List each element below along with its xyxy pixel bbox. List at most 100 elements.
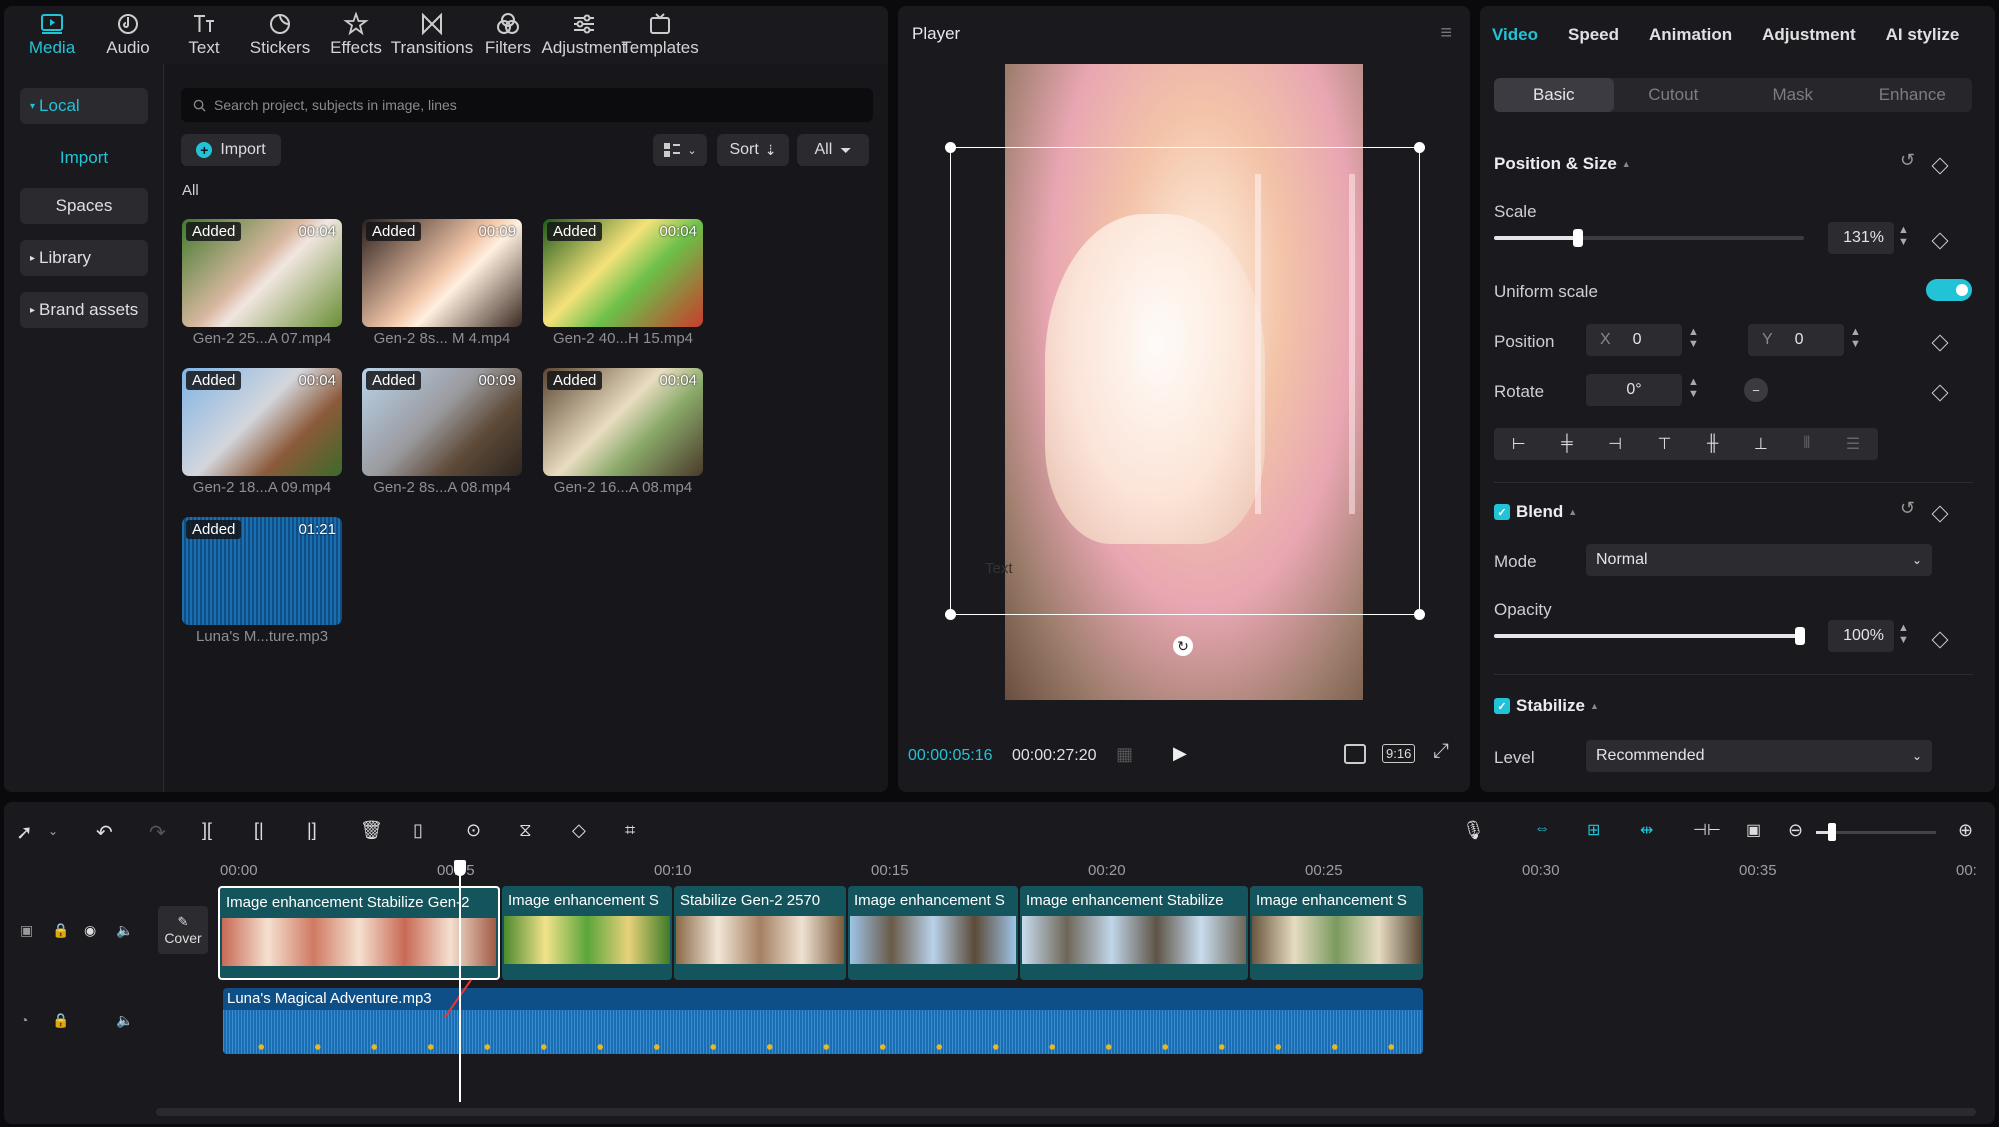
keyframe-icon[interactable] — [1931, 631, 1949, 649]
zoom-slider-thumb[interactable] — [1828, 823, 1836, 841]
view-mode-button[interactable]: ⌄ — [653, 134, 707, 166]
lock-icon[interactable]: 🔒 — [52, 1012, 70, 1030]
timeline-view-icon[interactable]: ▦ — [1116, 744, 1133, 765]
rotate-icon[interactable]: ◇ — [572, 820, 596, 844]
video-clip[interactable]: Image enhancement S — [502, 886, 672, 980]
scale-value[interactable]: 131% — [1828, 222, 1894, 254]
resize-handle[interactable] — [1414, 609, 1425, 620]
tab-filters[interactable]: Filters — [470, 6, 546, 64]
thumbnail-icon[interactable]: ▣ — [1746, 820, 1770, 844]
align-bottom-icon[interactable]: ⊥ — [1754, 434, 1768, 454]
tab-text[interactable]: Text — [166, 6, 242, 64]
position-x-field[interactable]: X 0 — [1586, 324, 1682, 356]
tab-transitions[interactable]: Transitions — [391, 6, 473, 64]
link-main-track-icon[interactable]: ⇔ — [1534, 820, 1558, 844]
blend-header[interactable]: ✓ Blend ▲ — [1494, 502, 1577, 522]
subtab-enhance[interactable]: Enhance — [1853, 78, 1973, 112]
linkage-icon[interactable]: ⇹ — [1640, 820, 1664, 844]
reset-icon[interactable]: ↺ — [1900, 150, 1915, 171]
blend-mode-select[interactable]: Normal ⌄ — [1586, 544, 1932, 576]
align-left-icon[interactable]: ⊢ — [1512, 434, 1526, 454]
stepper-icon[interactable]: ▲ ▼ — [1850, 326, 1861, 350]
media-thumbnail[interactable]: Added 01:21 — [182, 517, 342, 625]
sort-button[interactable]: Sort ⇣ — [717, 134, 789, 166]
video-clip[interactable]: Image enhancement Stabilize — [1020, 886, 1248, 980]
fit-screen-icon[interactable] — [1344, 744, 1366, 764]
stabilize-header[interactable]: ✓ Stabilize ▲ — [1494, 696, 1599, 716]
position-size-header[interactable]: Position & Size ▲ — [1494, 154, 1631, 174]
opacity-slider[interactable] — [1494, 627, 1805, 645]
lock-icon[interactable]: 🔒 — [52, 922, 70, 940]
subtab-basic[interactable]: Basic — [1494, 78, 1614, 112]
distribute-h-icon[interactable]: ⦀ — [1803, 435, 1810, 453]
video-clip[interactable]: Stabilize Gen-2 2570 — [674, 886, 846, 980]
mirror-icon[interactable]: ⧖ — [519, 820, 543, 844]
align-center-h-icon[interactable]: ╪ — [1561, 435, 1572, 453]
sidebar-item-local[interactable]: ▾ Local — [20, 88, 148, 124]
keyframe-icon[interactable] — [1931, 232, 1949, 250]
sidebar-item-library[interactable]: ▸ Library — [20, 240, 148, 276]
align-center-v-icon[interactable]: ╫ — [1707, 435, 1718, 453]
filter-button[interactable]: All ⏷ — [797, 134, 869, 166]
undo-icon[interactable]: ↶ — [96, 820, 120, 844]
opacity-value[interactable]: 100% — [1828, 620, 1894, 652]
tab-ai-stylize[interactable]: AI stylize — [1886, 25, 1960, 45]
transform-box[interactable] — [945, 142, 1425, 620]
stabilize-checkbox[interactable]: ✓ — [1494, 698, 1510, 714]
playhead-handle[interactable] — [454, 860, 466, 876]
keyframe-icon[interactable] — [1931, 384, 1949, 402]
rotate-field[interactable]: 0° — [1586, 374, 1682, 406]
import-button[interactable]: + Import — [181, 134, 281, 166]
tab-audio[interactable]: Audio — [90, 6, 166, 64]
keyframe-icon[interactable] — [1931, 505, 1949, 523]
magnet-icon[interactable]: ⊞ — [1587, 820, 1611, 844]
media-thumbnail[interactable]: Added 00:09 — [362, 368, 522, 476]
stepper-icon[interactable]: ▲ ▼ — [1688, 326, 1699, 350]
crop-icon[interactable]: ⌗ — [625, 820, 649, 844]
microphone-icon[interactable]: 🎙 — [1462, 820, 1486, 844]
menu-icon[interactable]: ≡ — [1440, 22, 1452, 45]
redo-icon[interactable]: ↷ — [149, 820, 173, 844]
resize-handle[interactable] — [945, 609, 956, 620]
aspect-ratio-button[interactable]: 9:16 — [1382, 744, 1416, 763]
media-thumbnail[interactable]: Added 00:09 — [362, 219, 522, 327]
uniform-scale-toggle[interactable] — [1926, 279, 1972, 301]
rotate-handle-icon[interactable]: ↻ — [1173, 636, 1193, 656]
stepper-icon[interactable]: ▲ ▼ — [1688, 376, 1699, 400]
cover-button[interactable]: ✎ Cover — [158, 906, 208, 954]
delete-icon[interactable]: 🗑 — [360, 820, 384, 844]
keyframe-icon[interactable] — [1931, 334, 1949, 352]
playhead[interactable] — [454, 860, 466, 1102]
position-y-field[interactable]: Y 0 — [1748, 324, 1844, 356]
media-thumbnail[interactable]: Added 00:04 — [182, 219, 342, 327]
tab-media[interactable]: Media — [14, 6, 90, 64]
video-clip[interactable]: Image enhancement Stabilize Gen-2 — [218, 886, 500, 980]
tab-adjustment[interactable]: Adjustment — [541, 6, 627, 64]
tab-stickers[interactable]: Stickers — [242, 6, 318, 64]
scale-slider-thumb[interactable] — [1572, 229, 1583, 247]
video-clip[interactable]: Image enhancement S — [1250, 886, 1423, 980]
opacity-slider-thumb[interactable] — [1795, 627, 1805, 645]
tab-effects[interactable]: Effects — [318, 6, 394, 64]
tab-animation[interactable]: Animation — [1649, 25, 1732, 45]
tab-templates[interactable]: Templates — [621, 6, 699, 64]
subtab-cutout[interactable]: Cutout — [1614, 78, 1734, 112]
sidebar-item-spaces[interactable]: Spaces — [20, 188, 148, 224]
distribute-v-icon[interactable]: ☰ — [1846, 434, 1860, 454]
split-left-icon[interactable]: [| — [254, 820, 278, 844]
time-ruler[interactable]: 00:00 00:05 00:10 00:15 00:20 00:25 00:3… — [220, 862, 1990, 884]
align-right-icon[interactable]: ⊣ — [1608, 434, 1622, 454]
media-thumbnail[interactable]: Added 00:04 — [543, 219, 703, 327]
reset-icon[interactable]: ↺ — [1900, 498, 1915, 519]
freeze-frame-icon[interactable]: ▯ — [413, 820, 437, 844]
preview-axis-icon[interactable]: ⊣⊢ — [1693, 820, 1721, 844]
volume-icon[interactable]: 🔈 — [116, 922, 134, 940]
keyframe-icon[interactable] — [1931, 157, 1949, 175]
zoom-out-icon[interactable]: ⊖ — [1788, 820, 1812, 844]
subtab-mask[interactable]: Mask — [1733, 78, 1853, 112]
tab-speed[interactable]: Speed — [1568, 25, 1619, 45]
stabilize-level-select[interactable]: Recommended ⌄ — [1586, 740, 1932, 772]
media-thumbnail[interactable]: Added 00:04 — [543, 368, 703, 476]
rotate-dial-icon[interactable]: − — [1744, 378, 1768, 402]
split-icon[interactable]: ][ — [202, 820, 226, 844]
